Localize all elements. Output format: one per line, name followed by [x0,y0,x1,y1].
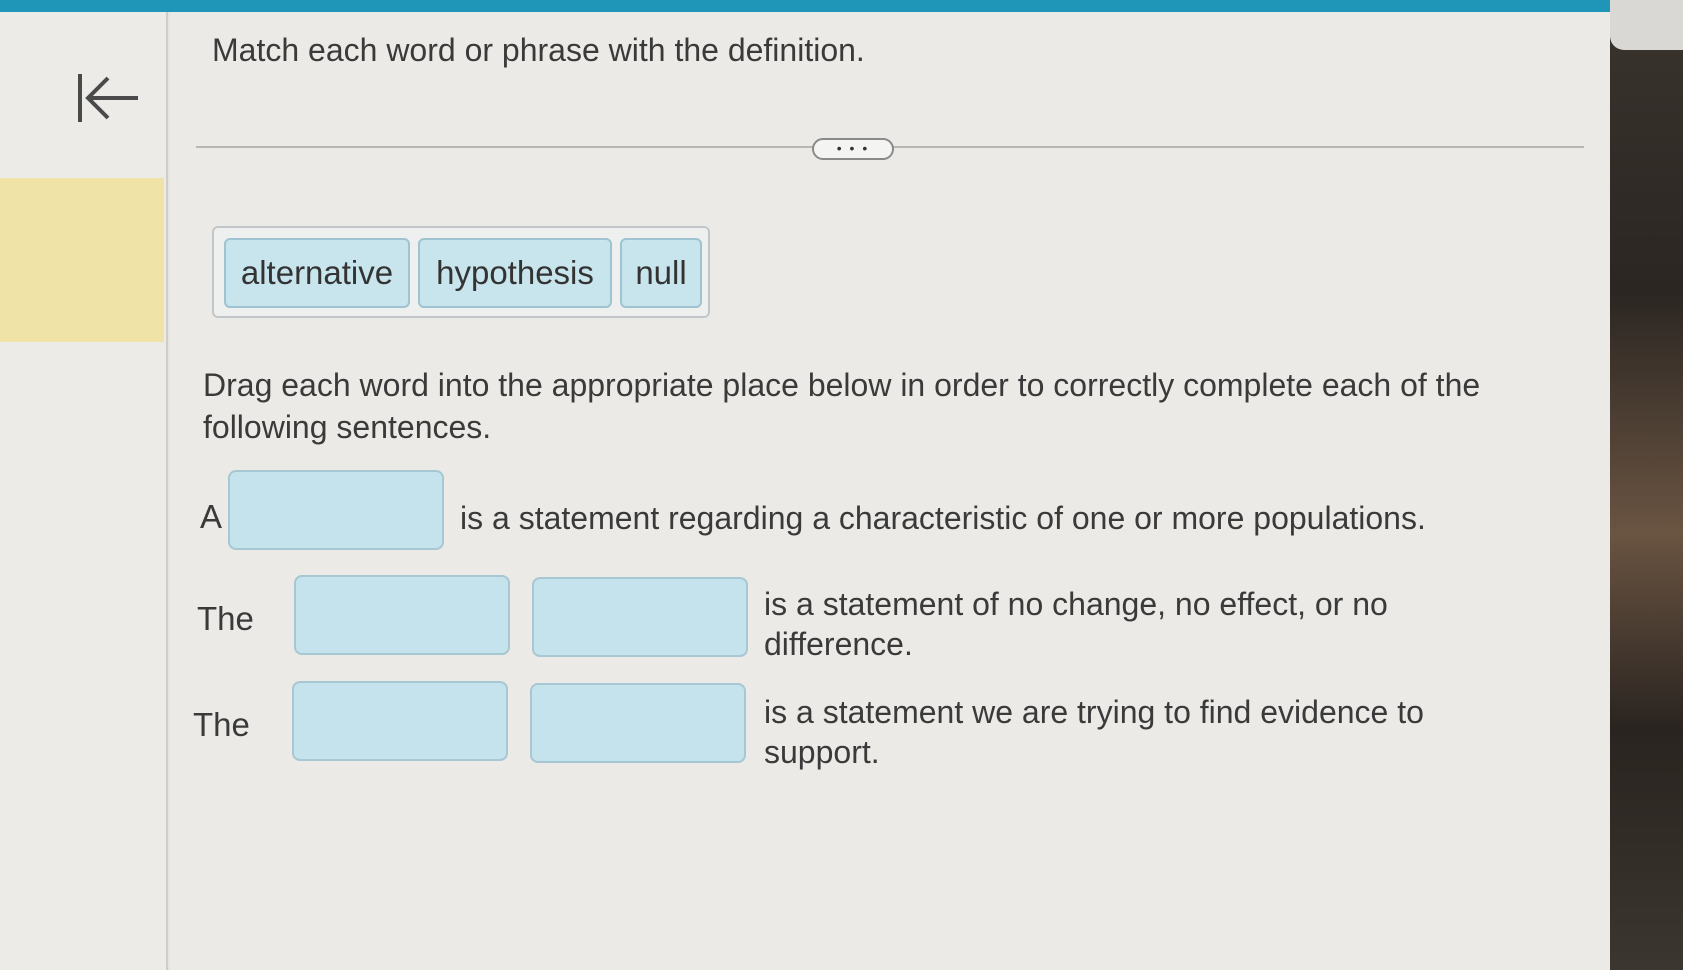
collapse-left-arrow-icon[interactable] [72,68,142,128]
sentence-1-prefix: A [200,498,223,535]
expand-more-button[interactable]: • • • [812,138,894,160]
word-chip-hypothesis[interactable]: hypothesis [418,238,612,308]
progress-accent-block [0,178,164,342]
side-tab [1610,0,1683,50]
sentence-2-drop-zone-2[interactable] [532,577,748,657]
sentence-3-drop-zone-1[interactable] [292,681,508,761]
sentence-1-drop-zone[interactable] [228,470,444,550]
sentence-3-text: is a statement we are trying to find evi… [764,694,1424,770]
instructions-text: Drag each word into the appropriate plac… [203,367,1481,445]
sentence-3-drop-zone-2[interactable] [530,683,746,763]
word-bank: alternative hypothesis null [212,226,710,318]
left-panel [0,12,168,970]
top-accent-bar [0,0,1610,12]
sentence-3-prefix: The [193,706,250,743]
page-title: Match each word or phrase with the defin… [212,32,865,68]
sentence-1-text: is a statement regarding a characteristi… [460,500,1426,536]
word-chip-null[interactable]: null [620,238,702,308]
background-edge [1610,0,1683,970]
word-chip-alternative[interactable]: alternative [224,238,410,308]
sentence-2-text: is a statement of no change, no effect, … [764,586,1388,662]
sentence-2-drop-zone-1[interactable] [294,575,510,655]
sentence-2-prefix: The [197,600,254,637]
